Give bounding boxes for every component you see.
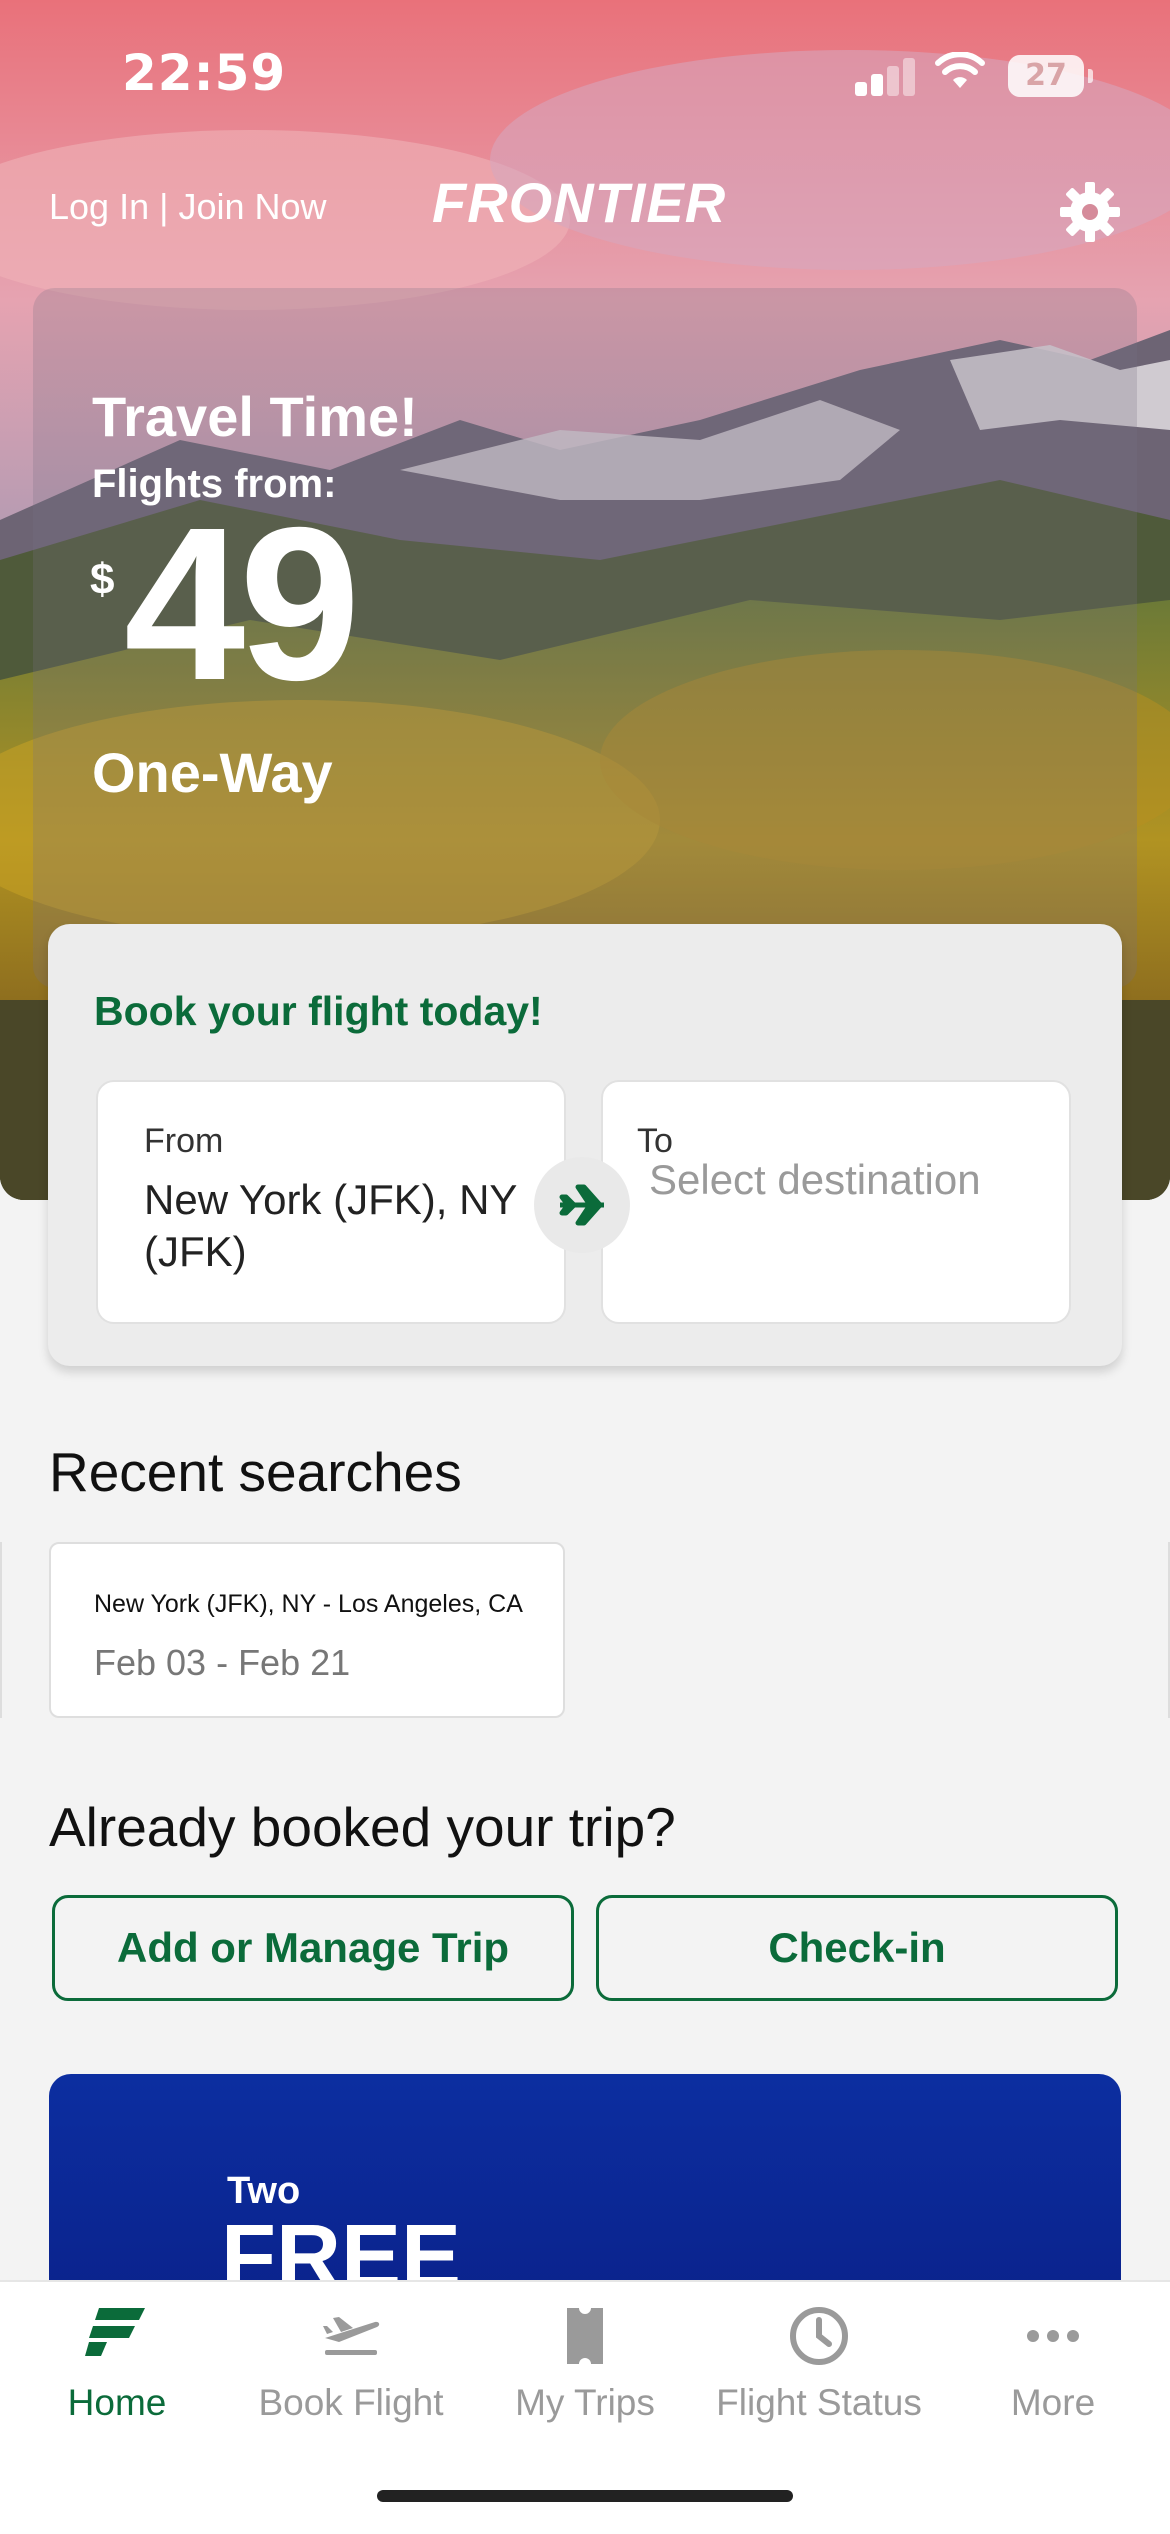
tab-book-flight-label: Book Flight	[258, 2382, 444, 2423]
booking-title: Book your flight today!	[94, 988, 543, 1034]
wifi-icon	[935, 52, 985, 88]
ticket-icon	[567, 2308, 603, 2364]
tab-flight-status[interactable]: Flight Status	[702, 2282, 936, 2452]
from-value: New York (JFK), NY (JFK)	[144, 1176, 517, 1275]
tab-home[interactable]: Home	[0, 2282, 234, 2452]
tab-my-trips-label: My Trips	[515, 2382, 655, 2423]
status-time: 22:59	[122, 44, 287, 102]
tab-flight-status-label: Flight Status	[716, 2382, 922, 2423]
airplane-icon	[559, 1184, 604, 1226]
promo-title: Travel Time!	[92, 385, 418, 448]
already-booked-heading: Already booked your trip?	[49, 1796, 676, 1858]
frontier-logo: FRONTIER	[432, 171, 727, 234]
recent-search-route: New York (JFK), NY - Los Angeles, CA	[94, 1590, 523, 1618]
promo-currency: $	[90, 555, 115, 604]
tab-more[interactable]: More	[936, 2282, 1170, 2452]
tab-more-label: More	[1010, 2382, 1096, 2423]
battery-tip	[1088, 69, 1093, 83]
route-swap-button[interactable]	[534, 1157, 630, 1253]
clock-icon	[790, 2307, 848, 2365]
from-field[interactable]: From New York (JFK), NY (JFK)	[96, 1080, 566, 1324]
promo-trip-type: One-Way	[92, 741, 333, 804]
tab-book-flight[interactable]: Book Flight	[234, 2282, 468, 2452]
from-label: From	[144, 1122, 224, 1160]
recent-searches-heading: Recent searches	[49, 1441, 462, 1503]
battery-icon: 27	[1008, 55, 1084, 97]
check-in-button[interactable]: Check-in	[596, 1895, 1118, 2001]
login-join-link[interactable]: Log In | Join Now	[49, 186, 327, 228]
frontier-logo-icon	[85, 2308, 145, 2356]
top-nav: Log In | Join Now FRONTIER	[0, 170, 1170, 250]
status-bar: 22:59 27	[0, 0, 1170, 150]
booking-card: Book your flight today! From New York (J…	[48, 924, 1122, 1366]
gear-icon[interactable]	[1058, 180, 1122, 244]
to-field[interactable]: To Select destination	[601, 1080, 1071, 1324]
tab-my-trips[interactable]: My Trips	[468, 2282, 702, 2452]
signal-icon	[855, 58, 915, 96]
more-dots-icon	[1027, 2330, 1079, 2342]
to-placeholder: Select destination	[649, 1156, 981, 1203]
promo-price: 49	[124, 483, 360, 726]
plane-takeoff-icon	[323, 2317, 380, 2355]
home-indicator	[377, 2490, 793, 2502]
carousel-edge-left	[0, 1542, 2, 1718]
add-manage-trip-button[interactable]: Add or Manage Trip	[52, 1895, 574, 2001]
tab-home-label: Home	[67, 2382, 167, 2423]
recent-search-dates: Feb 03 - Feb 21	[94, 1642, 351, 1683]
recent-search-card[interactable]: New York (JFK), NY - Los Angeles, CA Feb…	[49, 1542, 565, 1718]
